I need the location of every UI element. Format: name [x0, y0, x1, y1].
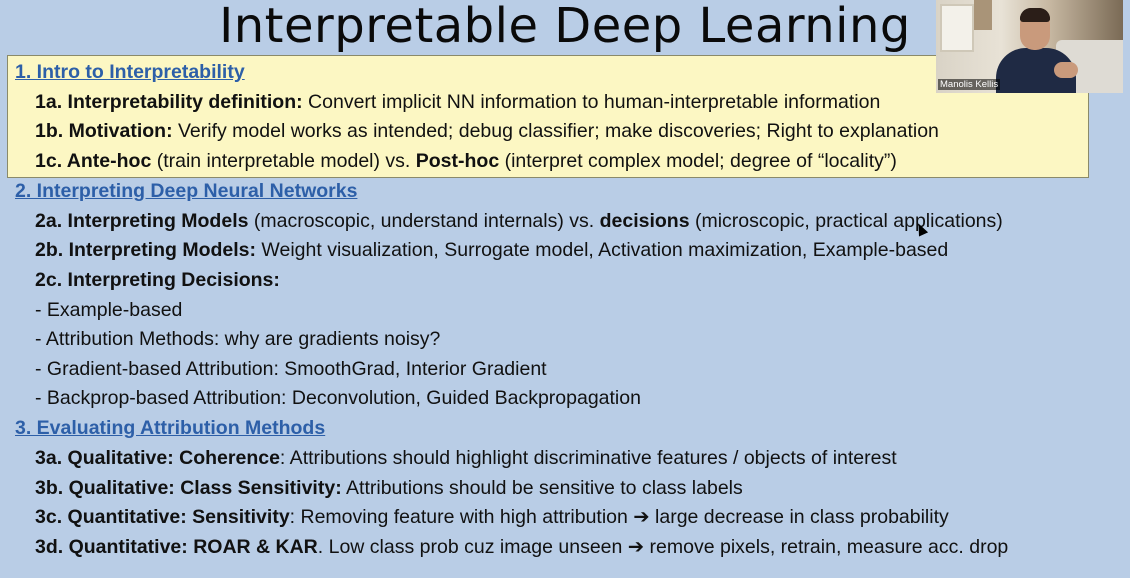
outline-item-text: . Low class prob cuz image unseen ➔ remo… — [317, 536, 1009, 558]
section-heading-link[interactable]: 2. Interpreting Deep Neural Networks — [15, 179, 357, 203]
video-thumbnail[interactable]: Manolis Kellis — [936, 0, 1123, 93]
outline-item-text: : Removing feature with high attribution… — [289, 506, 949, 528]
outline-item-bold-text: 1c. Ante-hoc — [35, 150, 152, 172]
outline-item: - Gradient-based Attribution: SmoothGrad… — [35, 357, 547, 381]
video-window — [940, 4, 974, 52]
outline-item-text: Weight visualization, Surrogate model, A… — [256, 239, 949, 261]
speaker-hand — [1054, 62, 1078, 78]
participant-name: Manolis Kellis — [938, 79, 1001, 90]
outline-item-text: (macroscopic, understand internals) vs. — [248, 210, 600, 232]
outline-item-text: Verify model works as intended; debug cl… — [172, 120, 939, 142]
outline-item: 3a. Qualitative: Coherence: Attributions… — [35, 446, 897, 470]
outline-item-text: Attributions should be sensitive to clas… — [341, 477, 743, 499]
outline-item-text: (microscopic, practical applications) — [689, 210, 1003, 232]
outline-item: 2a. Interpreting Models (macroscopic, un… — [35, 209, 1003, 233]
outline-item-bold-text: 2b. Interpreting Models: — [35, 239, 257, 261]
outline-item-text: - Backprop-based Attribution: Deconvolut… — [35, 387, 641, 409]
outline-item-text: - Attribution Methods: why are gradients… — [35, 328, 441, 350]
outline-item-text: (train interpretable model) vs. — [151, 150, 416, 172]
outline-item: 1b. Motivation: Verify model works as in… — [35, 119, 939, 143]
outline-item-bold-text: 3d. Quantitative: ROAR & KAR — [35, 536, 318, 558]
outline-item-bold-text: 3c. Quantitative: Sensitivity — [35, 506, 290, 528]
outline-item-text: Convert implicit NN information to human… — [302, 91, 881, 113]
outline-item: 2b. Interpreting Models: Weight visualiz… — [35, 238, 948, 262]
outline-item: 1c. Ante-hoc (train interpretable model)… — [35, 149, 897, 173]
outline-item-bold-text: Post-hoc — [415, 150, 500, 172]
outline-item-text: - Gradient-based Attribution: SmoothGrad… — [35, 358, 547, 380]
outline-item-bold-text: 2c. Interpreting Decisions: — [35, 269, 280, 291]
outline-item-bold-text: 3a. Qualitative: Coherence — [35, 447, 280, 469]
outline-item-text: - Example-based — [35, 299, 183, 321]
outline-item: 1a. Interpretability definition: Convert… — [35, 90, 880, 114]
outline-item: 3b. Qualitative: Class Sensitivity: Attr… — [35, 476, 743, 500]
outline-item-bold-text: 3b. Qualitative: Class Sensitivity: — [35, 477, 342, 499]
outline-item: 3c. Quantitative: Sensitivity: Removing … — [35, 505, 949, 529]
section-heading-link[interactable]: 3. Evaluating Attribution Methods — [15, 416, 325, 440]
outline-item: - Attribution Methods: why are gradients… — [35, 327, 440, 351]
outline-item-text: : Attributions should highlight discrimi… — [279, 447, 897, 469]
outline-item-text: (interpret complex model; degree of “loc… — [499, 150, 897, 172]
outline-item-bold-text: decisions — [599, 210, 690, 232]
outline-item-bold-text: 2a. Interpreting Models — [35, 210, 249, 232]
outline-item: 2c. Interpreting Decisions: — [35, 268, 280, 292]
outline-item-bold-text: 1a. Interpretability definition: — [35, 91, 303, 113]
speaker-hair-top — [1020, 8, 1050, 22]
outline-item-bold-text: 1b. Motivation: — [35, 120, 173, 142]
outline-item: - Backprop-based Attribution: Deconvolut… — [35, 386, 641, 410]
outline-item: 3d. Quantitative: ROAR & KAR. Low class … — [35, 535, 1008, 559]
outline-item: - Example-based — [35, 298, 182, 322]
section-heading-link[interactable]: 1. Intro to Interpretability — [15, 60, 245, 84]
video-picture-frame — [974, 0, 992, 30]
